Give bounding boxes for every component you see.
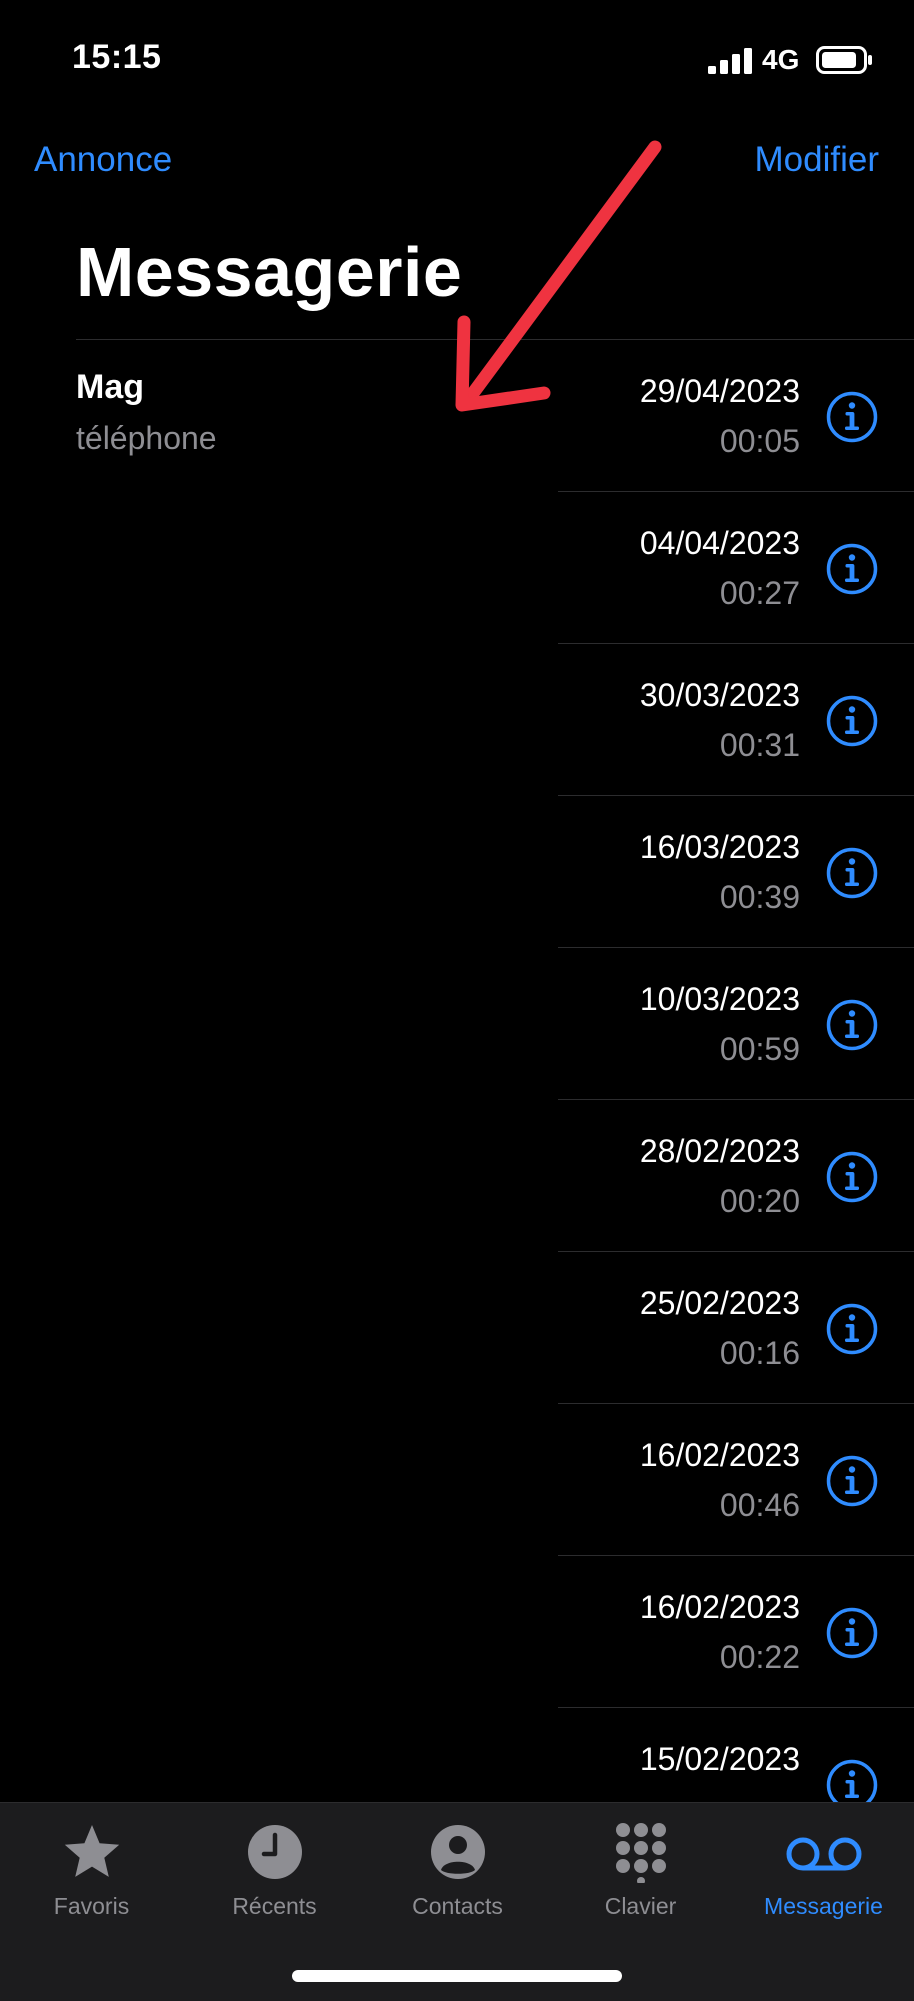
- row-separator: [558, 1099, 914, 1100]
- message-date: 16/02/2023: [639, 1589, 800, 1625]
- voicemail-list: 29/04/2023 00:05 04/04/2023 00:27 30/03/…: [0, 339, 914, 1802]
- page-title: Messagerie: [76, 233, 463, 311]
- row-separator: [558, 491, 914, 492]
- message-duration: 00:22: [719, 1639, 800, 1675]
- tab-label: Favoris: [53, 1893, 130, 1919]
- edit-button[interactable]: Modifier: [755, 140, 879, 180]
- caller-phone-label: téléphone: [76, 420, 217, 456]
- voicemail-row[interactable]: 15/02/2023: [0, 1707, 914, 1802]
- info-icon[interactable]: [826, 695, 878, 747]
- voicemail-row[interactable]: 30/03/2023 00:31: [0, 643, 914, 795]
- status-time: 15:15: [72, 38, 162, 76]
- message-date: 10/03/2023: [639, 981, 800, 1017]
- info-icon[interactable]: [826, 1759, 878, 1802]
- info-icon[interactable]: [826, 847, 878, 899]
- greeting-button[interactable]: Annonce: [34, 140, 172, 180]
- info-icon[interactable]: [826, 1455, 878, 1507]
- home-indicator[interactable]: [292, 1970, 622, 1982]
- info-icon[interactable]: [826, 1151, 878, 1203]
- voicemail-row[interactable]: 16/02/2023 00:46: [0, 1403, 914, 1555]
- tab-label: Clavier: [604, 1893, 677, 1919]
- caller-name: Mag: [76, 368, 144, 406]
- message-duration: 00:16: [719, 1335, 800, 1371]
- message-date: 04/04/2023: [639, 525, 800, 561]
- person-icon: [430, 1825, 485, 1879]
- info-icon[interactable]: [826, 543, 878, 595]
- star-icon: [64, 1825, 119, 1877]
- tab-favorites[interactable]: Favoris: [0, 1821, 183, 1941]
- info-icon[interactable]: [826, 999, 878, 1051]
- message-date: 30/03/2023: [639, 677, 800, 713]
- row-separator: [558, 1251, 914, 1252]
- voicemail-row[interactable]: 16/03/2023 00:39: [0, 795, 914, 947]
- message-duration: 00:27: [719, 575, 800, 611]
- battery-icon: [816, 46, 872, 74]
- row-separator: [558, 1707, 914, 1708]
- message-duration: 00:46: [719, 1487, 800, 1523]
- voicemail-row[interactable]: 16/02/2023 00:22: [0, 1555, 914, 1707]
- info-icon[interactable]: [826, 1607, 878, 1659]
- message-date: 16/03/2023: [639, 829, 800, 865]
- row-separator: [558, 1403, 914, 1404]
- voicemail-row[interactable]: 28/02/2023 00:20: [0, 1099, 914, 1251]
- voicemail-row[interactable]: 10/03/2023 00:59: [0, 947, 914, 1099]
- tab-label: Récents: [232, 1893, 317, 1919]
- voicemail-icon: [786, 1837, 861, 1871]
- network-type: 4G: [762, 44, 800, 75]
- tab-keypad[interactable]: Clavier: [549, 1821, 732, 1941]
- tab-label: Messagerie: [764, 1893, 883, 1919]
- info-icon[interactable]: [826, 391, 878, 443]
- row-separator: [558, 795, 914, 796]
- message-duration: 00:39: [719, 879, 800, 915]
- message-duration: 00:20: [719, 1183, 800, 1219]
- message-duration: 00:05: [719, 423, 800, 459]
- keypad-icon: [615, 1823, 666, 1883]
- message-date: 28/02/2023: [639, 1133, 800, 1169]
- row-separator: [558, 1555, 914, 1556]
- clock-icon: [247, 1825, 302, 1879]
- message-date: 16/02/2023: [639, 1437, 800, 1473]
- tab-voicemail[interactable]: Messagerie: [732, 1821, 914, 1941]
- voicemail-row[interactable]: 25/02/2023 00:16: [0, 1251, 914, 1403]
- status-bar: 15:15 4G: [0, 0, 914, 120]
- message-duration: 00:31: [719, 727, 800, 763]
- row-separator: [558, 947, 914, 948]
- row-separator: [558, 643, 914, 644]
- message-duration: 00:59: [719, 1031, 800, 1067]
- tab-recents[interactable]: Récents: [183, 1821, 366, 1941]
- tab-label: Contacts: [412, 1893, 503, 1919]
- message-date: 15/02/2023: [639, 1741, 800, 1777]
- annotation-arrow-icon: [455, 140, 662, 412]
- tab-contacts[interactable]: Contacts: [366, 1821, 549, 1941]
- voicemail-row[interactable]: 04/04/2023 00:27: [0, 491, 914, 643]
- message-date: 25/02/2023: [639, 1285, 800, 1321]
- signal-strength-icon: [708, 48, 752, 74]
- info-icon[interactable]: [826, 1303, 878, 1355]
